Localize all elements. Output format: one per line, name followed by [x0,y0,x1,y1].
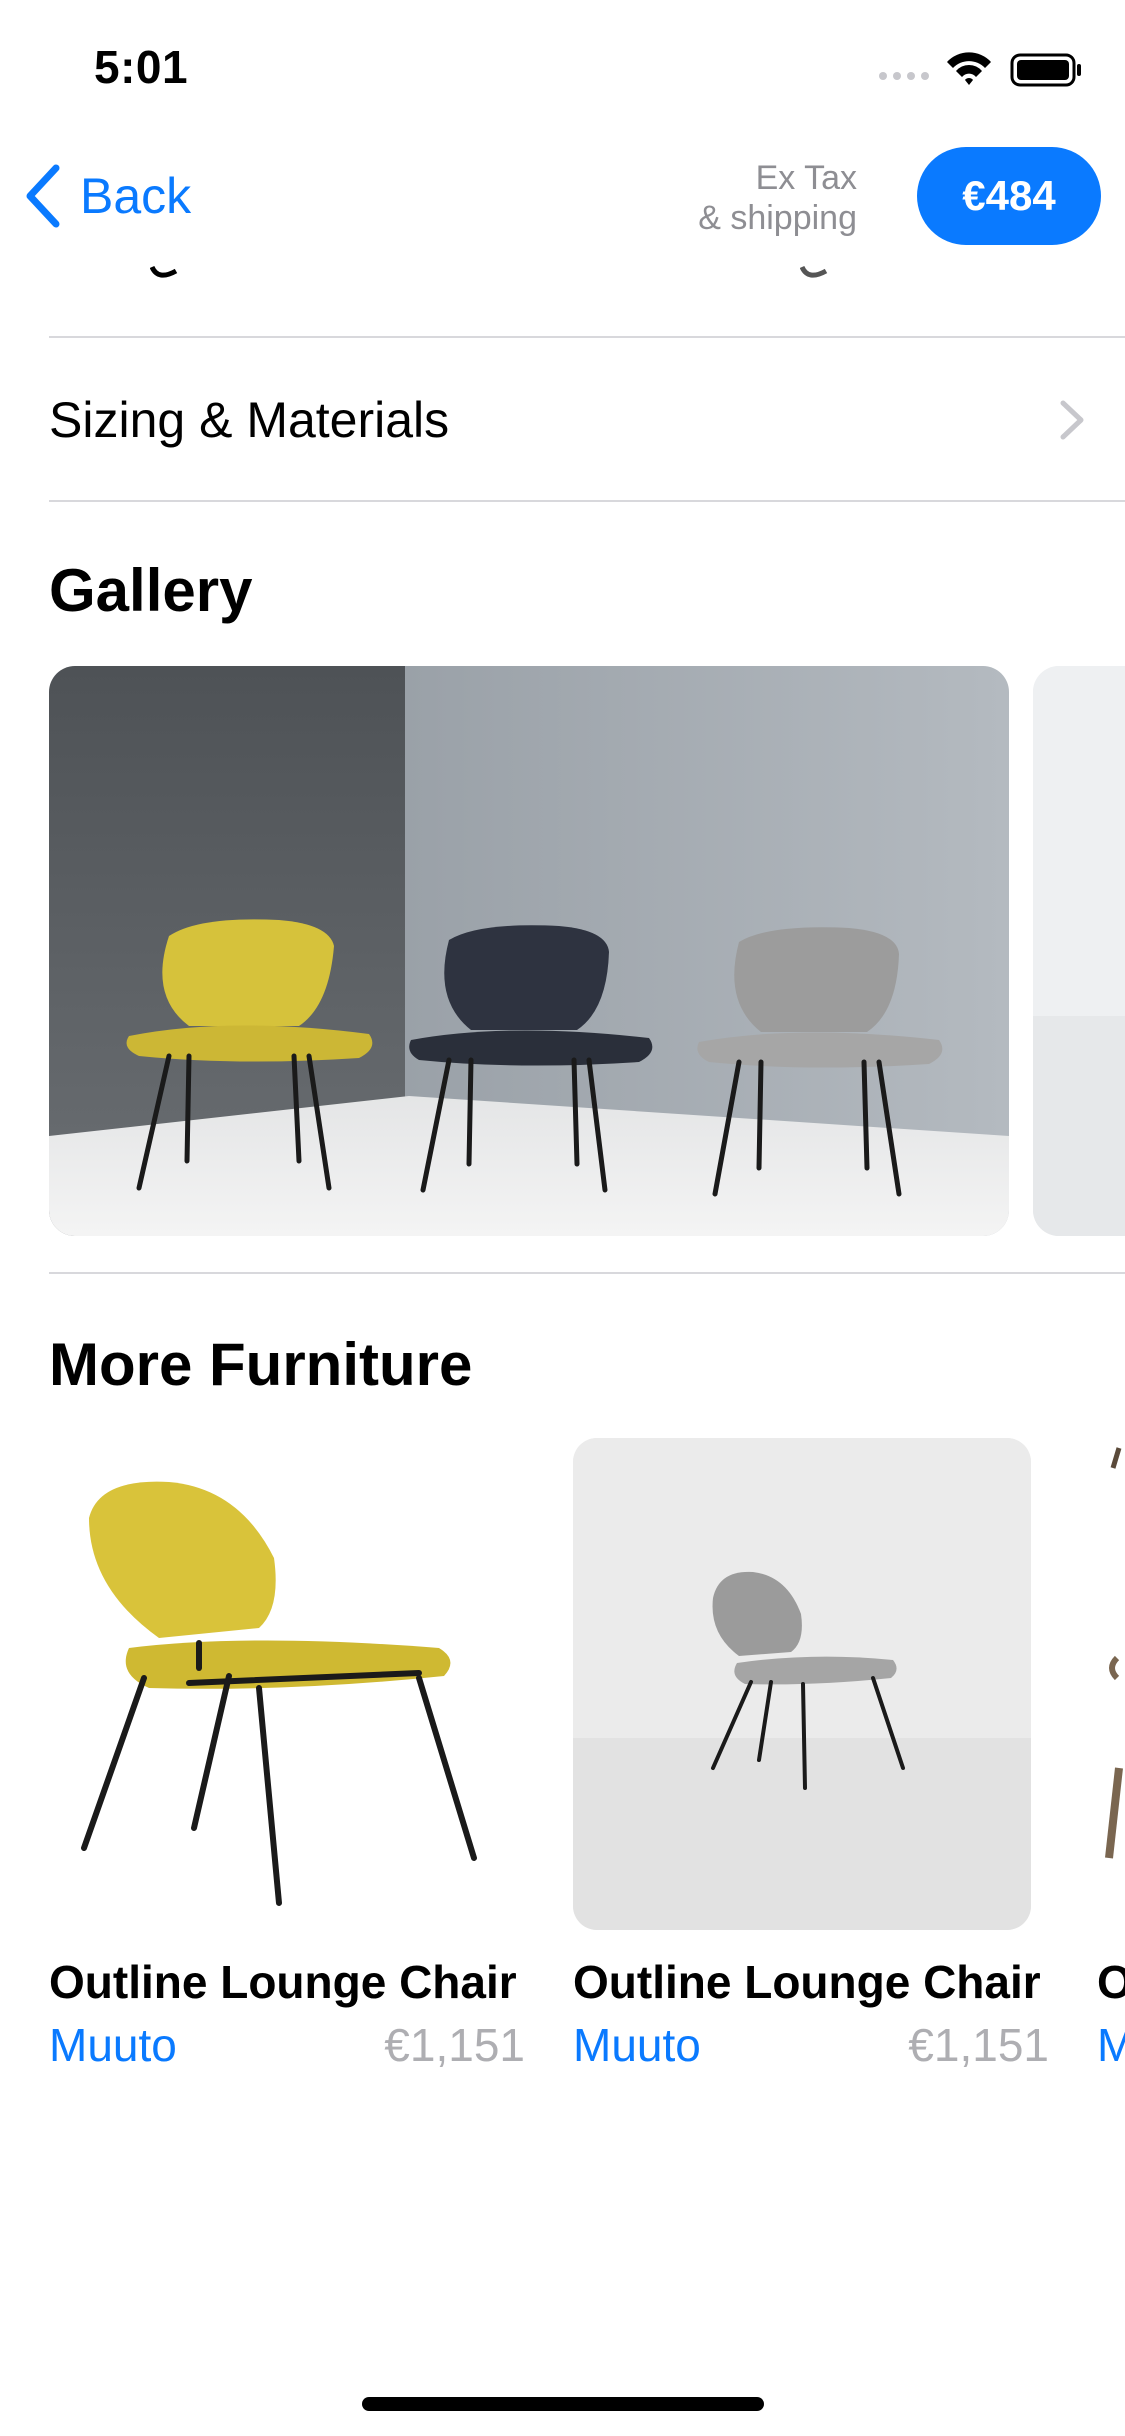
gallery-photo [1033,666,1125,1236]
back-chevron-icon [26,164,60,228]
product-photo [1105,1447,1123,1859]
product-price: €1,151 [908,2019,1049,2071]
gallery-image[interactable] [49,666,1009,1236]
scrolled-text-fragment [800,265,828,278]
more-furniture-title: More Furniture [49,1331,473,1398]
status-time: 5:01 [94,41,189,93]
product-price: €1,151 [384,2019,525,2071]
product-image[interactable] [49,1438,507,1930]
tax-note-line1: Ex Tax [755,159,857,197]
product-image[interactable] [573,1438,1031,1930]
wifi-icon [947,52,991,85]
gallery-photo [49,666,1009,1236]
back-button[interactable]: Back [22,160,191,232]
product-name: Outline Lounge Chair [573,1956,1041,2008]
product-photo [573,1438,1031,1930]
chevron-right-icon [1060,400,1084,440]
status-icons [879,52,1081,87]
price-button[interactable]: €484 [917,147,1101,245]
gallery-title: Gallery [49,557,253,624]
sizing-materials-row[interactable]: Sizing & Materials [49,340,1085,500]
product-photo [81,1481,477,1906]
tax-note: Ex Tax & shipping [698,158,857,238]
product-brand-link[interactable]: Muuto [573,2018,701,2072]
product-brand-link[interactable]: M [1097,2018,1125,2072]
product-image[interactable] [1097,1438,1125,1930]
product-name: O [1097,1956,1125,2008]
product-name: Outline Lounge Chair [49,1956,517,2008]
divider [49,500,1125,502]
back-label: Back [80,168,192,224]
product-brand-link[interactable]: Muuto [49,2018,177,2072]
gallery-image-next[interactable] [1033,666,1125,1236]
signal-icon [879,72,929,80]
divider [49,1272,1125,1274]
divider [49,336,1125,338]
battery-icon [1010,53,1081,87]
scrolled-text-fragment [150,265,178,278]
tax-note-line2: & shipping [698,199,857,237]
sizing-materials-label: Sizing & Materials [49,392,450,448]
home-indicator[interactable] [362,2397,764,2411]
